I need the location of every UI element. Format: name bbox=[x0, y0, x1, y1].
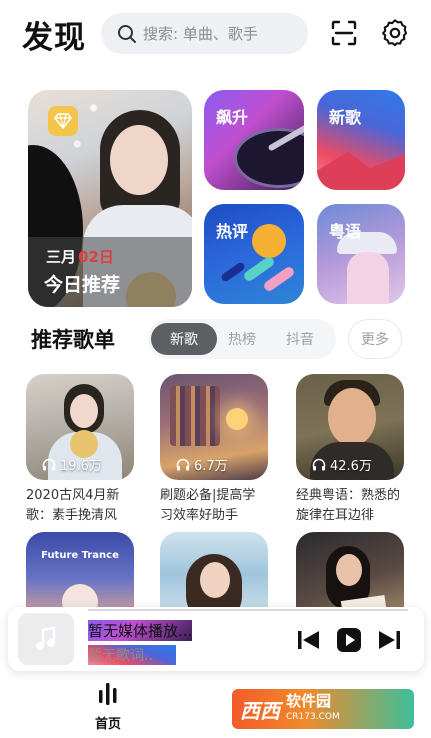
tile-cantonese[interactable]: 粤语 bbox=[317, 204, 405, 304]
tab-hot[interactable]: 热榜 bbox=[209, 323, 275, 355]
playlist-card[interactable]: 42.6万 经典粤语：熟悉的旋律在耳边徘 bbox=[296, 374, 404, 526]
cover-text: Future Trance bbox=[41, 550, 119, 561]
lyrics-text: 暂无歌词.. bbox=[88, 645, 176, 665]
header: 发现 bbox=[0, 0, 431, 70]
playlist-title: 刷题必备|提高学习效率好助手 bbox=[160, 488, 256, 523]
tile-label: 新歌 bbox=[329, 108, 362, 127]
search-bar[interactable] bbox=[101, 13, 308, 54]
headphones-icon bbox=[312, 458, 326, 471]
tab-new[interactable]: 新歌 bbox=[151, 323, 217, 355]
previous-icon[interactable] bbox=[296, 627, 322, 653]
playlist-cover: 19.6万 bbox=[26, 374, 134, 480]
tab-douyin[interactable]: 抖音 bbox=[267, 323, 333, 355]
next-icon[interactable] bbox=[376, 627, 402, 653]
play-count: 42.6万 bbox=[330, 459, 372, 474]
play-icon[interactable] bbox=[336, 627, 362, 653]
progress-bar[interactable] bbox=[88, 609, 408, 611]
now-playing-title: 暂无媒体播放... bbox=[88, 620, 193, 641]
headphones-icon bbox=[42, 458, 56, 471]
watermark-logo: 西西 软件园 CR173.COM bbox=[232, 689, 414, 729]
page-title: 发现 bbox=[22, 20, 86, 56]
nav-home[interactable]: 首页 bbox=[84, 681, 132, 732]
today-recommend-label: 今日推荐 bbox=[44, 274, 121, 296]
play-count: 19.6万 bbox=[60, 459, 102, 474]
play-count: 6.7万 bbox=[194, 459, 228, 474]
tile-label: 粤语 bbox=[329, 222, 362, 241]
playlist-title: 2020古风4月新歌：素手挽清风 bbox=[26, 488, 120, 523]
playlist-title: 经典粤语：熟悉的旋律在耳边徘 bbox=[296, 488, 401, 523]
search-icon bbox=[118, 24, 136, 43]
playlist-card[interactable]: 6.7万 刷题必备|提高学习效率好助手 bbox=[160, 374, 268, 526]
headphones-icon bbox=[176, 458, 190, 471]
tile-label: 热评 bbox=[216, 222, 249, 241]
tile-hot-comments[interactable]: 热评 bbox=[204, 204, 304, 304]
section-title: 推荐歌单 bbox=[31, 328, 115, 352]
search-input[interactable] bbox=[143, 24, 303, 43]
tile-label: 飙升 bbox=[216, 108, 249, 127]
playlist-cover: 6.7万 bbox=[160, 374, 268, 480]
tile-new-songs[interactable]: 新歌 bbox=[317, 90, 405, 190]
music-note-icon bbox=[18, 613, 74, 665]
mini-player[interactable]: 暂无媒体播放... 暂无歌词.. bbox=[8, 607, 424, 671]
diamond-icon bbox=[48, 106, 78, 136]
date-label: 三月 02日 bbox=[46, 248, 114, 266]
nav-home-label: 首页 bbox=[94, 717, 121, 732]
tile-rising[interactable]: 飙升 bbox=[204, 90, 304, 190]
playlist-tabs: 新歌 热榜 抖音 bbox=[148, 319, 336, 359]
settings-gear-icon[interactable] bbox=[380, 18, 410, 48]
playlist-cover: 42.6万 bbox=[296, 374, 404, 480]
more-button[interactable]: 更多 bbox=[348, 319, 402, 359]
playlist-card[interactable]: 19.6万 2020古风4月新歌：素手挽清风 bbox=[26, 374, 134, 526]
scan-icon[interactable] bbox=[329, 18, 359, 48]
daily-recommendation-card[interactable]: 三月 02日 今日推荐 bbox=[28, 90, 192, 307]
home-bars-icon bbox=[99, 683, 117, 705]
